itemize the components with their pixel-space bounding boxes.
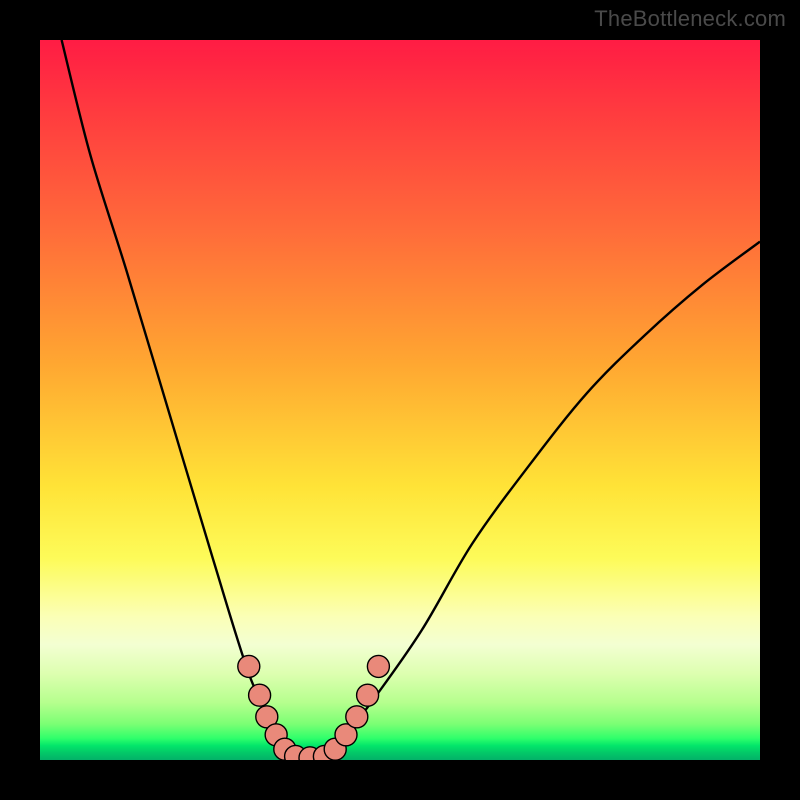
bottleneck-curve [62, 40, 760, 760]
plot-area [40, 40, 760, 760]
curve-marker [357, 684, 379, 706]
curve-marker [346, 706, 368, 728]
curve-marker [367, 655, 389, 677]
curve-marker [249, 684, 271, 706]
watermark-text: TheBottleneck.com [594, 6, 786, 32]
curve-marker [238, 655, 260, 677]
chart-frame: TheBottleneck.com [0, 0, 800, 800]
curve-svg [40, 40, 760, 760]
